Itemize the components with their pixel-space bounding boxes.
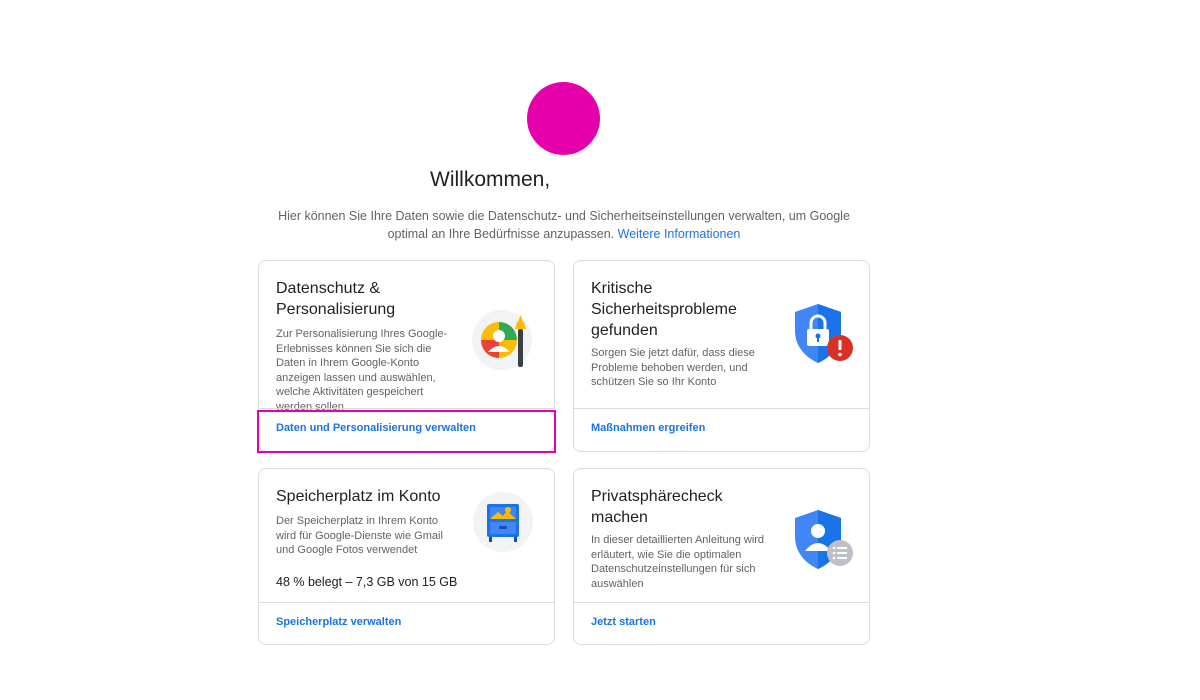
avatar[interactable] [527, 82, 600, 155]
card-title: Speicherplatz im Konto [276, 488, 441, 505]
take-action-link[interactable]: Maßnahmen ergreifen [591, 422, 705, 434]
card-footer: Maßnahmen ergreifen [574, 408, 869, 451]
intro-text-block: Hier können Sie Ihre Daten sowie die Dat… [258, 207, 870, 243]
storage-cabinet-icon [472, 491, 534, 558]
card-footer: Daten und Personalisierung verwalten [259, 408, 554, 451]
card-title: Privatsphärecheck machen [591, 488, 723, 526]
card-privacy-personalization: Datenschutz & Personalisierung Zur Perso… [258, 260, 555, 452]
card-security-issues: Kritische Sicherheitsprobleme gefunden S… [573, 260, 870, 452]
card-description: Der Speicherplatz in Ihrem Konto wird fü… [276, 515, 443, 557]
security-shield-lock-icon [789, 301, 857, 372]
card-footer: Jetzt starten [574, 602, 869, 644]
card-description: Zur Personalisierung Ihres Google-Erlebn… [276, 328, 448, 413]
page-title: Willkommen, [430, 168, 551, 191]
card-title: Kritische Sicherheitsprobleme gefunden [591, 280, 737, 339]
storage-usage-text: 48 % belegt – 7,3 GB von 15 GB [276, 575, 458, 589]
card-description: Sorgen Sie jetzt dafür, dass diese Probl… [591, 347, 755, 389]
card-title: Datenschutz & Personalisierung [276, 280, 396, 318]
card-privacy-check: Privatsphärecheck machen In dieser detai… [573, 468, 870, 645]
manage-data-personalization-link[interactable]: Daten und Personalisierung verwalten [276, 422, 476, 434]
more-info-link[interactable]: Weitere Informationen [618, 227, 741, 241]
card-storage: Speicherplatz im Konto Der Speicherplatz… [258, 468, 555, 645]
card-description: In dieser detaillierten Anleitung wird e… [591, 534, 765, 590]
privacy-check-shield-icon [789, 507, 857, 578]
manage-storage-link[interactable]: Speicherplatz verwalten [276, 616, 401, 628]
privacy-personalization-icon [471, 307, 537, 378]
account-home-page: Willkommen, Hier können Sie Ihre Daten s… [0, 0, 1200, 700]
start-privacy-check-link[interactable]: Jetzt starten [591, 616, 656, 628]
card-footer: Speicherplatz verwalten [259, 602, 554, 644]
intro-text: Hier können Sie Ihre Daten sowie die Dat… [278, 209, 850, 241]
